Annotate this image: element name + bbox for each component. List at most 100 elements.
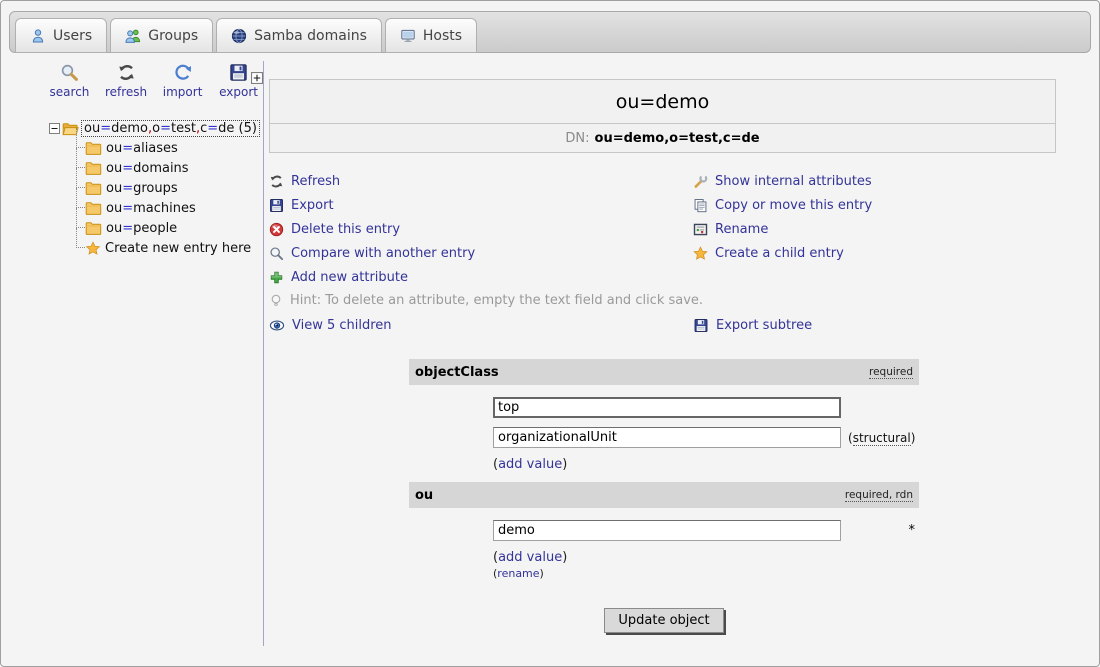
view-children-link[interactable]: View 5 children (269, 313, 693, 337)
attr-name: ou (415, 488, 433, 503)
tree-node-aliases[interactable]: ou=aliases (76, 138, 259, 158)
refresh-entry-link[interactable]: Refresh (269, 169, 693, 193)
tree-node-people[interactable]: ou=people (76, 218, 259, 238)
attr-body-ou: * (add value) (rename) (409, 520, 919, 580)
rename-entry-link[interactable]: Rename (693, 217, 1056, 241)
update-object-button[interactable]: Update object (604, 608, 723, 633)
folder-icon (85, 161, 102, 175)
create-new-entry-label: Create new entry here (105, 241, 251, 256)
attr-header-objectclass: objectClass required (409, 359, 919, 385)
objectclass-value-input-1[interactable] (493, 397, 841, 418)
create-child-entry-link[interactable]: Create a child entry (693, 241, 1056, 265)
actions-left-column: Refresh Export Delete this entry Compare… (269, 169, 693, 289)
star-icon (693, 246, 708, 261)
attr-flags: required (869, 366, 913, 379)
children-actions-row: View 5 children Export subtree (269, 313, 1056, 337)
rename-link[interactable]: rename (497, 567, 539, 580)
expand-tree-icon[interactable] (251, 72, 263, 84)
search-icon (60, 63, 79, 82)
search-label: search (50, 85, 90, 99)
import-button[interactable]: import (162, 63, 203, 99)
add-value-link[interactable]: add value (498, 457, 562, 472)
entry-header: ou=demo DN: ou=demo,o=test,c=de (269, 79, 1056, 153)
tab-samba-domains[interactable]: Samba domains (216, 18, 382, 53)
tree-node-groups[interactable]: ou=groups (76, 178, 259, 198)
tab-groups-label: Groups (148, 28, 198, 44)
copy-icon (693, 198, 708, 213)
add-value-line: (add value) (493, 550, 919, 565)
child-count: (5) (234, 121, 257, 136)
tab-samba-domains-label: Samba domains (254, 28, 367, 44)
add-icon (269, 270, 284, 285)
import-icon (173, 63, 192, 82)
refresh-icon (117, 63, 136, 82)
export-label: export (219, 85, 258, 99)
delete-entry-link[interactable]: Delete this entry (269, 217, 693, 241)
tree-node-machines[interactable]: ou=machines (76, 198, 259, 218)
rdn-marker: * (909, 523, 920, 538)
folder-icon (85, 221, 102, 235)
tree-node-domains[interactable]: ou=domains (76, 158, 259, 178)
attr-name: objectClass (415, 365, 499, 380)
import-label: import (163, 85, 203, 99)
star-icon (85, 241, 101, 256)
ldap-tree: ou=demo,o=test,c=de (5) ou=aliases ou=do… (15, 119, 259, 258)
entry-actions: Refresh Export Delete this entry Compare… (269, 169, 1056, 289)
create-new-entry-link[interactable]: Create new entry here (76, 238, 259, 258)
attr-flags: required, rdn (845, 489, 913, 502)
value-row (493, 397, 919, 418)
group-icon (125, 28, 141, 44)
folder-icon (85, 201, 102, 215)
user-icon (30, 28, 46, 44)
entry-title: ou=demo (270, 80, 1055, 123)
add-value-link[interactable]: add value (498, 550, 562, 565)
phpldapadmin-window: Users Groups Samba domains Hosts search … (0, 0, 1100, 667)
objectclass-value-input-2[interactable] (493, 427, 841, 448)
entry-dn-row: DN: ou=demo,o=test,c=de (270, 123, 1055, 152)
export-entry-link[interactable]: Export (269, 193, 693, 217)
collapse-icon[interactable] (49, 123, 60, 134)
export-subtree-link[interactable]: Export subtree (693, 313, 1056, 337)
sidebar-divider (263, 61, 264, 646)
rename-icon (693, 222, 708, 237)
lightbulb-icon (269, 293, 283, 308)
rename-line: (rename) (493, 567, 919, 580)
eye-icon (269, 318, 285, 333)
hint-row: Hint: To delete an attribute, empty the … (269, 289, 1056, 312)
attr-header-ou: ou required, rdn (409, 482, 919, 508)
dn-value: ou=demo,o=test,c=de (595, 131, 760, 146)
form-button-row: Update object (409, 608, 919, 633)
copy-move-entry-link[interactable]: Copy or move this entry (693, 193, 1056, 217)
tree-root-entry[interactable]: ou=demo,o=test,c=de (5) (81, 120, 260, 137)
tree-children: ou=aliases ou=domains ou=groups ou=machi… (76, 138, 259, 258)
actions-right-column: Show internal attributes Copy or move th… (693, 169, 1056, 289)
dn-label: DN: (565, 131, 589, 146)
value-row: (structural) (493, 427, 919, 448)
attribute-form: objectClass required (structural) (add v… (409, 359, 919, 633)
sidebar-toolbar: search refresh import export (49, 63, 259, 99)
value-row: * (493, 520, 919, 541)
compare-entry-link[interactable]: Compare with another entry (269, 241, 693, 265)
show-internal-attributes-link[interactable]: Show internal attributes (693, 169, 1056, 193)
refresh-icon (269, 174, 284, 189)
tab-users[interactable]: Users (15, 18, 107, 53)
structural-note: (structural) (848, 431, 915, 445)
tab-hosts-label: Hosts (423, 28, 462, 44)
attr-body-objectclass: (structural) (add value) (409, 397, 919, 472)
export-icon (269, 198, 284, 213)
export-icon (693, 318, 709, 333)
export-icon (229, 63, 248, 82)
refresh-button[interactable]: refresh (105, 63, 147, 99)
monitor-icon (400, 28, 416, 44)
search-button[interactable]: search (49, 63, 90, 99)
folder-icon (85, 141, 102, 155)
tab-hosts[interactable]: Hosts (385, 18, 477, 53)
ou-value-input[interactable] (493, 520, 841, 541)
tab-groups[interactable]: Groups (110, 18, 213, 53)
add-value-line: (add value) (493, 457, 919, 472)
hint-text: Hint: To delete an attribute, empty the … (290, 293, 703, 308)
tab-users-label: Users (53, 28, 92, 44)
sidebar: search refresh import export ou=demo,o=t… (15, 63, 259, 258)
add-attribute-link[interactable]: Add new attribute (269, 265, 693, 289)
compare-icon (269, 246, 284, 261)
